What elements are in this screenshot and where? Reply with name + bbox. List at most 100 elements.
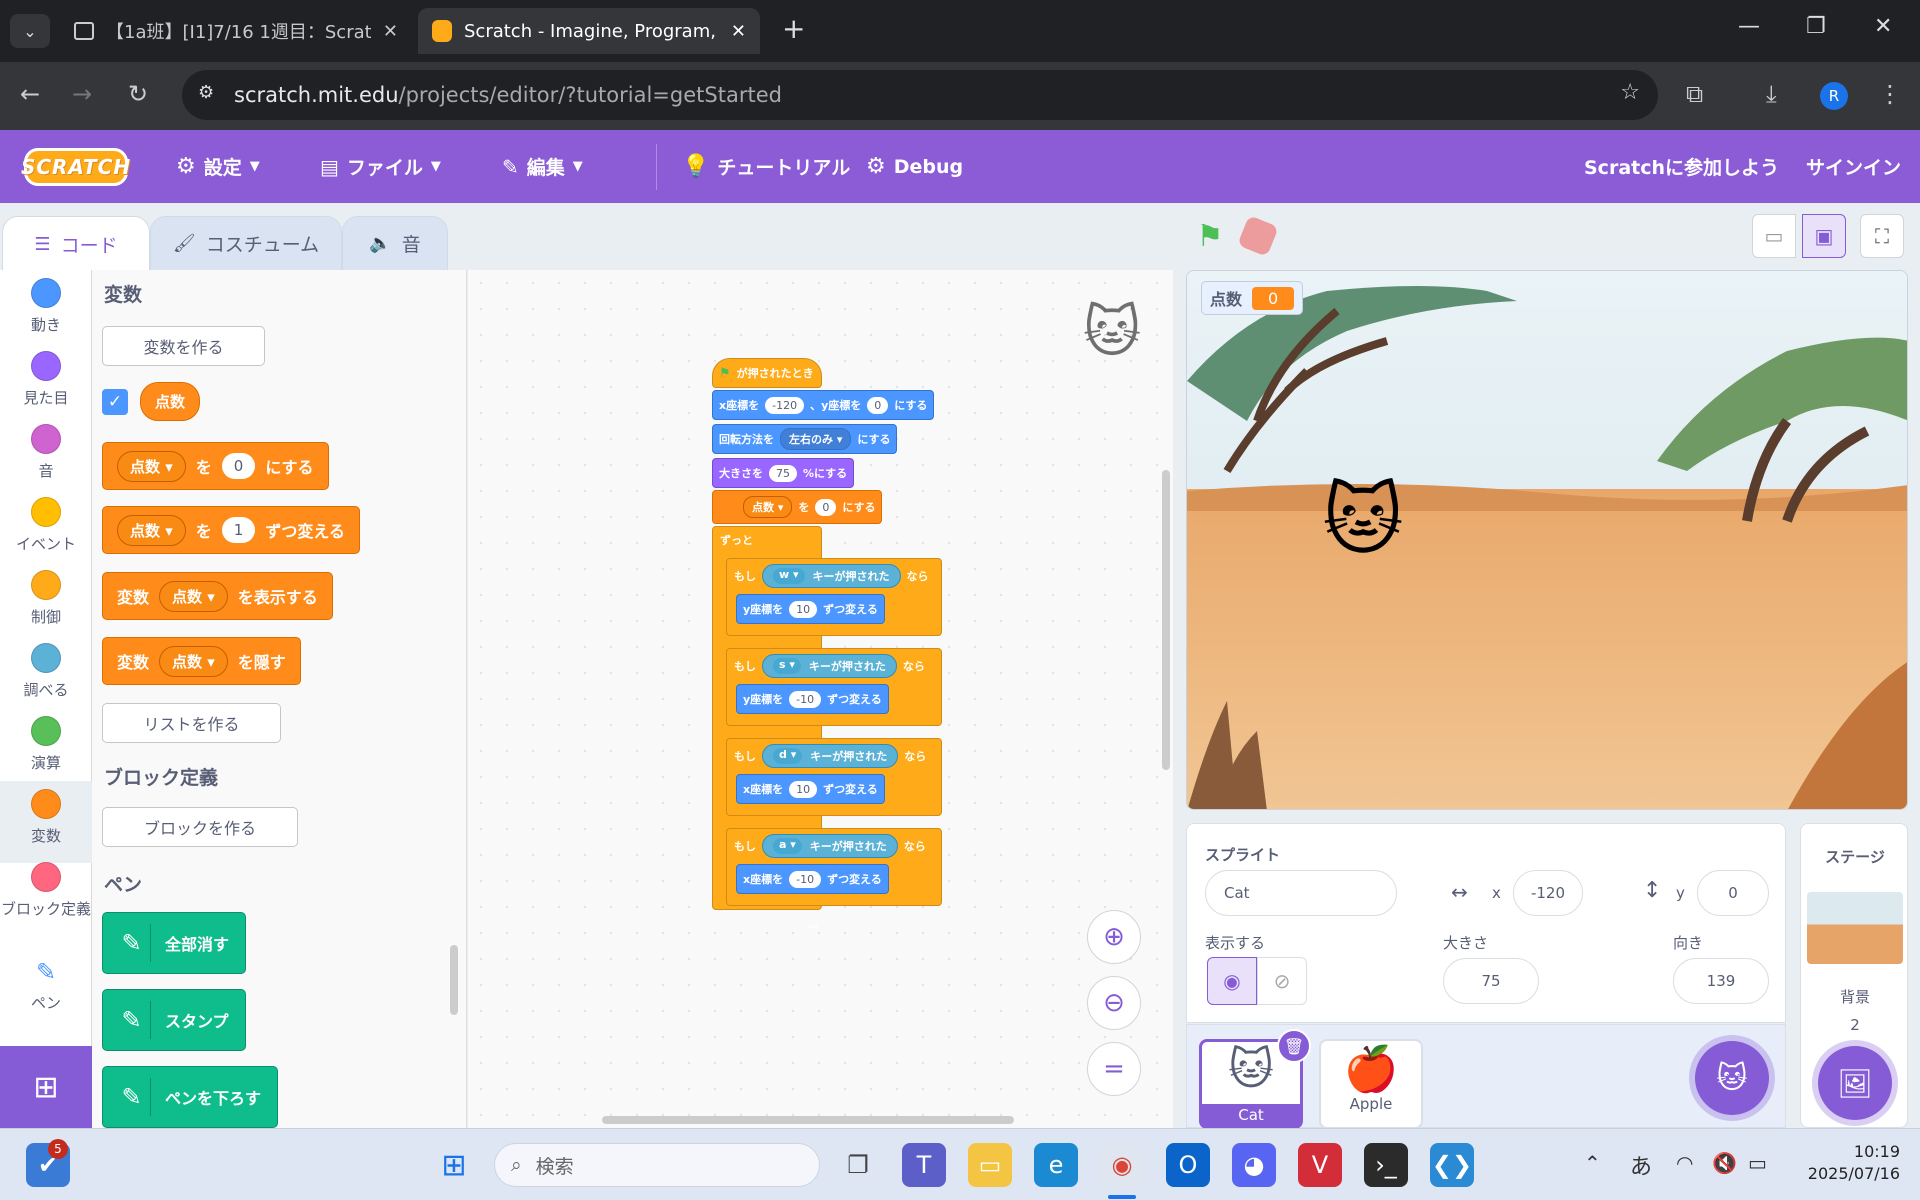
rotation-style-block[interactable]: 回転方法を 左右のみ ▾ にする [712,424,898,454]
choose-sprite-button[interactable]: 🐱 [1695,1041,1769,1115]
fullscreen-button[interactable]: ⛶ [1860,214,1904,258]
hide-variable-block[interactable]: 変数 点数 ▾ を隠す [102,637,301,685]
task-view-icon[interactable]: ❐ [836,1143,880,1187]
category-pen[interactable]: ✎ ペン [0,958,92,1028]
volume-muted-icon[interactable]: 🔇 [1712,1151,1737,1175]
restore-icon[interactable]: ❐ [1806,14,1826,39]
download-icon[interactable]: ⤓ [1766,80,1777,108]
back-icon[interactable]: ← [20,80,40,108]
reload-icon[interactable]: ↻ [128,80,148,108]
green-flag-button[interactable]: ⚑ [1192,218,1228,254]
edge-icon[interactable]: e [1034,1143,1078,1187]
tray-chevron-icon[interactable]: ⌃ [1584,1151,1601,1175]
when-flag-clicked-block[interactable]: ⚑ が押されたとき [712,358,822,388]
clock[interactable]: 10:19 2025/07/16 [1790,1141,1900,1185]
change-variable-block[interactable]: 点数 ▾ を 1 ずつ変える [102,506,360,554]
goto-xy-block[interactable]: x座標を -120 、y座標を 0 にする [712,390,935,420]
category-control[interactable]: 制御 [0,570,92,640]
key-dropdown[interactable]: a ▾ [773,838,802,854]
category-variables[interactable]: 変数 [0,781,92,863]
value-input[interactable]: 10 [789,780,818,798]
category-sensing[interactable]: 調べる [0,643,92,713]
value-input[interactable]: 0 [815,498,837,516]
address-bar[interactable]: ⚙ scratch.mit.edu/projects/editor/?tutor… [182,70,1658,120]
delete-sprite-button[interactable]: 🗑 [1277,1029,1311,1063]
profile-avatar[interactable]: R [1820,82,1848,110]
debug-button[interactable]: ⚙ Debug [866,130,963,203]
battery-icon[interactable]: ▭ [1748,1151,1767,1175]
small-stage-button[interactable]: ▭ [1752,214,1796,258]
category-looks[interactable]: 見た目 [0,351,92,421]
file-menu[interactable]: ▤ ファイル ▼ [320,130,441,203]
new-tab-button[interactable]: + [782,12,805,45]
variable-dropdown[interactable]: 点数 ▾ [117,514,186,546]
file-explorer-icon[interactable]: ▭ [968,1143,1012,1187]
category-motion[interactable]: 動き [0,278,92,348]
rotation-dropdown[interactable]: 左右のみ ▾ [780,428,852,450]
choose-backdrop-button[interactable]: 🖼 [1818,1046,1892,1120]
stage-selector[interactable]: ステージ 背景 2 🖼 [1800,823,1908,1128]
wifi-icon[interactable]: ◠ [1676,1151,1693,1175]
tab-list-button[interactable]: ⌄ [10,14,50,48]
cat-sprite[interactable]: 🐱 [1315,473,1411,569]
value-input[interactable]: 0 [221,453,256,479]
direction-input[interactable]: 139 [1673,958,1769,1004]
add-extension-button[interactable]: ⊞ [0,1046,92,1128]
make-variable-button[interactable]: 変数を作る [102,326,265,366]
large-stage-button[interactable]: ▣ [1802,214,1846,258]
x-input[interactable]: -120 [1513,870,1583,916]
script-vertical-scrollbar[interactable] [1162,470,1170,770]
browser-tab-classroom[interactable]: 【1a班】[I1]7/16 1週目：Scratch ✕ [60,8,412,54]
settings-menu[interactable]: ⚙ 設定 ▼ [176,130,260,203]
extensions-icon[interactable]: ⧉ [1686,80,1703,108]
y-input[interactable]: 0 [867,396,889,414]
value-input[interactable]: -10 [789,870,822,888]
zoom-reset-button[interactable]: = [1087,1042,1141,1096]
browser-menu-icon[interactable]: ⋮ [1878,80,1902,108]
pen-down-block[interactable]: ✎ ペンを下ろす [102,1066,279,1128]
make-block-button[interactable]: ブロックを作る [102,807,298,847]
category-events[interactable]: イベント [0,497,92,567]
discord-icon[interactable]: ◕ [1232,1143,1276,1187]
minimize-icon[interactable]: — [1738,14,1760,39]
show-variable-block[interactable]: 変数 点数 ▾ を表示する [102,572,333,620]
ime-indicator[interactable]: あ [1630,1149,1652,1181]
join-scratch-link[interactable]: Scratchに参加しよう [1584,130,1779,203]
palette-scrollbar[interactable] [450,945,458,1015]
taskbar-search[interactable]: ⌕ 検索 [494,1143,820,1187]
key-dropdown[interactable]: d ▾ [773,748,803,764]
variable-checkbox[interactable]: ✓ [102,388,128,415]
tutorials-button[interactable]: 💡 チュートリアル [682,130,850,203]
category-operators[interactable]: 演算 [0,716,92,786]
tab-code[interactable]: ☰ コード [2,216,150,271]
value-input[interactable]: -10 [789,690,822,708]
value-input[interactable]: 1 [221,517,256,543]
pen-clear-block[interactable]: ✎ 全部消す [102,912,247,974]
zoom-out-button[interactable]: ⊖ [1087,976,1141,1030]
scratch-logo[interactable]: SCRATCH [21,148,130,186]
size-input[interactable]: 75 [1443,958,1539,1004]
show-visible-button[interactable]: ◉ [1207,957,1257,1005]
site-info-icon[interactable]: ⚙ [198,82,214,103]
variable-dropdown[interactable]: 点数 ▾ [159,645,228,677]
teams-icon[interactable]: T [902,1143,946,1187]
make-list-button[interactable]: リストを作る [102,703,281,743]
variable-monitor[interactable]: 点数 0 [1201,281,1304,315]
change-y-block[interactable]: y座標を 10 ずつ変える [736,594,885,624]
chrome-icon[interactable]: ◉ [1100,1143,1144,1187]
variable-dropdown[interactable]: 点数 ▾ [743,496,793,518]
tab-costumes[interactable]: 🖌 コスチューム [150,216,342,271]
variable-dropdown[interactable]: 点数 ▾ [117,450,186,482]
key-pressed-block[interactable]: d ▾ キーが押された [762,744,899,768]
variable-reporter[interactable]: 点数 [140,382,201,421]
browser-tab-scratch[interactable]: Scratch - Imagine, Program, Sha ✕ [418,8,760,54]
key-pressed-block[interactable]: a ▾ キーが押された [762,834,898,858]
terminal-icon[interactable]: ›_ [1364,1143,1408,1187]
start-icon[interactable]: ⊞ [432,1143,476,1187]
key-pressed-block[interactable]: w ▾ キーが押された [762,564,901,588]
outlook-icon[interactable]: O [1166,1143,1210,1187]
tab-sounds[interactable]: 🔈 音 [342,216,448,271]
vivaldi-icon[interactable]: V [1298,1143,1342,1187]
change-x-block[interactable]: x座標を 10 ずつ変える [736,774,885,804]
change-y-block[interactable]: y座標を -10 ずつ変える [736,684,889,714]
